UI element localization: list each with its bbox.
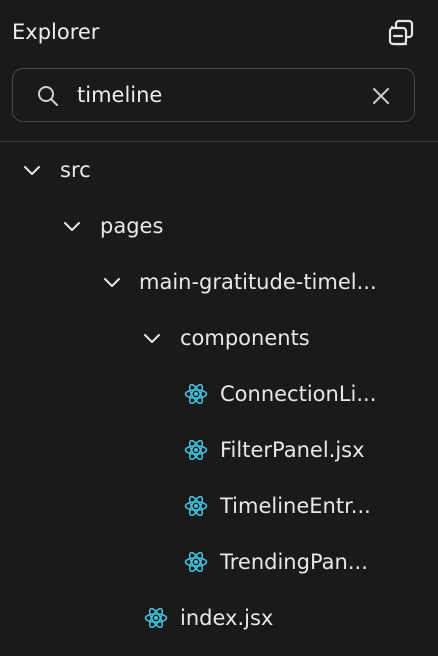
tree-item-src[interactable]: src: [0, 142, 438, 198]
tree-item-label: components: [180, 326, 310, 350]
search-box: [12, 68, 415, 122]
tree-item-label: FilterPanel.jsx: [220, 438, 365, 462]
clear-search-button[interactable]: [368, 83, 394, 109]
tree-item-label: main-gratitude-timel...: [139, 270, 377, 294]
tree-item-label: TrendingPan...: [220, 550, 368, 574]
search-icon: [38, 86, 58, 106]
tree-item-label: ConnectionLi...: [220, 382, 377, 406]
close-icon: [373, 88, 389, 104]
tree-item-label: index.jsx: [180, 606, 274, 630]
tree-item-filterpanel[interactable]: FilterPanel.jsx: [0, 422, 438, 478]
tree-item-label: src: [60, 158, 91, 182]
search-input[interactable]: [77, 79, 367, 111]
tree-item-label: pages: [100, 214, 164, 238]
chevron-down-icon: [24, 166, 40, 175]
explorer-header: Explorer: [0, 0, 438, 64]
react-icon: [184, 439, 208, 461]
tree-item-main-gratitude-timeline[interactable]: main-gratitude-timel...: [0, 254, 438, 310]
tree-item-index[interactable]: index.jsx: [0, 590, 438, 646]
react-icon: [184, 383, 208, 405]
chevron-down-icon: [104, 278, 120, 287]
tree-item-timelineentry[interactable]: TimelineEntr...: [0, 478, 438, 534]
tree-item-trendingpanel[interactable]: TrendingPan...: [0, 534, 438, 590]
react-icon: [184, 495, 208, 517]
react-icon: [184, 551, 208, 573]
collapse-all-icon: [388, 19, 414, 46]
tree-item-components[interactable]: components: [0, 310, 438, 366]
tree-item-pages[interactable]: pages: [0, 198, 438, 254]
panel-title: Explorer: [12, 20, 100, 44]
tree-item-connectionlist[interactable]: ConnectionLi...: [0, 366, 438, 422]
react-icon: [144, 607, 168, 629]
collapse-all-button[interactable]: [386, 18, 418, 48]
chevron-down-icon: [144, 334, 160, 343]
tree-item-label: TimelineEntr...: [220, 494, 371, 518]
chevron-down-icon: [64, 222, 80, 231]
